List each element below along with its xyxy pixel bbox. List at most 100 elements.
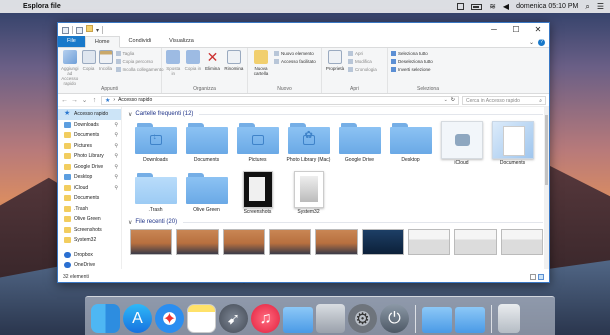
generic-app-icon[interactable] — [316, 304, 345, 333]
folder-icon[interactable] — [283, 307, 313, 333]
recent-file-thumbnail[interactable] — [407, 229, 451, 255]
window-icon[interactable] — [457, 3, 465, 10]
folder-tile[interactable]: Screenshots — [232, 171, 283, 215]
pin-icon[interactable]: ⚲ — [114, 122, 118, 128]
sidebar-item[interactable]: Pictures ⚲ — [58, 141, 121, 152]
sidebar-item[interactable]: ★ Accesso rapido — [58, 109, 121, 120]
folder-tile[interactable]: Pictures — [232, 121, 283, 166]
pin-icon[interactable]: ⚲ — [114, 153, 118, 159]
edit-button[interactable]: Modifica — [348, 59, 377, 64]
recent-file-thumbnail[interactable] — [176, 229, 219, 255]
large-icons-view-icon[interactable] — [538, 274, 544, 280]
up-icon[interactable]: ↑ — [91, 97, 98, 104]
launchpad-icon[interactable]: ➹ — [219, 304, 248, 333]
paste-shortcut-button[interactable]: Incolla collegamento — [115, 67, 164, 72]
volume-icon[interactable]: ◀ — [503, 2, 509, 11]
paste-button[interactable]: Incolla — [98, 50, 113, 71]
pin-icon[interactable]: ⚲ — [114, 143, 118, 149]
trash-icon[interactable] — [498, 304, 520, 333]
sidebar-item[interactable]: Dropbox — [58, 250, 121, 261]
pin-icon[interactable]: ⚲ — [114, 164, 118, 170]
recent-file-thumbnail[interactable] — [500, 229, 543, 255]
delete-button[interactable]: ✕ Elimina — [204, 50, 221, 71]
tab-share[interactable]: Condividi — [120, 36, 161, 47]
recent-file-thumbnail[interactable] — [268, 229, 312, 255]
select-all-button[interactable]: Seleziona tutto — [391, 51, 433, 56]
back-icon[interactable]: ← — [61, 97, 68, 104]
apple-icon[interactable] — [6, 2, 15, 11]
sidebar-item[interactable]: Desktop ⚲ — [58, 172, 121, 183]
clock[interactable]: domenica 05:10 PM — [516, 3, 578, 10]
tab-view[interactable]: Visualizza — [160, 36, 203, 47]
system-preferences-icon[interactable]: ⚙ — [348, 304, 377, 333]
copy-button[interactable]: Copia — [81, 50, 96, 71]
scrollbar-thumb[interactable] — [545, 115, 548, 185]
copy-to-button[interactable]: Copia in — [185, 50, 202, 71]
frequent-folders-header[interactable]: ∨ Cartelle frequenti (12) — [128, 109, 543, 119]
folder-tile[interactable]: Google Drive — [334, 121, 385, 166]
wifi-icon[interactable]: ≋ — [489, 2, 496, 11]
sidebar-item[interactable]: OneDrive — [58, 260, 121, 269]
pin-icon[interactable]: ⚲ — [114, 174, 118, 180]
close-button[interactable]: ✕ — [527, 23, 549, 37]
folder-tile[interactable]: Olive Green — [181, 171, 232, 215]
sidebar-item[interactable]: Downloads ⚲ — [58, 120, 121, 131]
folder-tile[interactable]: Desktop — [385, 121, 436, 166]
pin-icon[interactable]: ⚲ — [114, 132, 118, 138]
copy-path-button[interactable]: Copia percorso — [115, 59, 164, 64]
chevron-down-icon[interactable]: ⌄ — [529, 39, 534, 46]
folder-tile[interactable]: Downloads — [130, 121, 181, 166]
menu-icon[interactable]: ☰ — [597, 2, 604, 11]
finder-icon[interactable] — [91, 304, 120, 333]
open-button[interactable]: Apri — [348, 51, 377, 56]
folder-tile[interactable]: Documents — [487, 121, 538, 166]
vertical-scrollbar[interactable] — [544, 107, 549, 269]
folder-icon[interactable] — [422, 307, 452, 333]
folder-tile[interactable]: Photo Library (Mac) — [283, 121, 334, 166]
folder-tile[interactable]: System32 — [283, 171, 334, 215]
details-view-icon[interactable] — [530, 274, 536, 280]
new-folder-button[interactable]: Nuova cartella — [251, 50, 271, 76]
search-icon[interactable]: ⌕ — [585, 2, 589, 11]
properties-button[interactable]: Proprietà — [325, 50, 345, 71]
tab-home[interactable]: Home — [84, 36, 120, 48]
chevron-down-icon[interactable]: ⌄ — [81, 96, 88, 104]
sidebar-item[interactable]: Google Drive ⚲ — [58, 162, 121, 173]
notes-icon[interactable] — [187, 304, 216, 333]
folder-tile[interactable]: Documents — [181, 121, 232, 166]
sidebar-item[interactable]: .Trash — [58, 204, 121, 215]
recent-file-thumbnail[interactable] — [222, 229, 265, 255]
app-name[interactable]: Esplora file — [23, 3, 61, 10]
sidebar-item[interactable]: System32 — [58, 235, 121, 246]
invert-selection-button[interactable]: Inverti selezione — [391, 67, 433, 72]
pin-icon[interactable]: ⚲ — [114, 185, 118, 191]
new-folder-icon[interactable] — [86, 25, 93, 32]
minimize-button[interactable]: ─ — [483, 23, 505, 37]
pin-to-quick-access-button[interactable]: Aggiungi ad Accesso rapido — [61, 50, 79, 86]
sidebar-item[interactable]: Photo Library ⚲ — [58, 151, 121, 162]
safari-icon[interactable]: ✦ — [155, 304, 184, 333]
easy-access-button[interactable]: Accesso facilitato — [274, 59, 316, 64]
power-icon[interactable]: ⏻ — [380, 304, 409, 333]
search-input[interactable]: Cerca in Accesso rapido ⌕ — [462, 95, 546, 105]
forward-icon[interactable]: → — [71, 97, 78, 104]
folder-tile[interactable]: iCloud — [436, 121, 487, 166]
new-item-button[interactable]: Nuovo elemento — [274, 51, 316, 56]
itunes-icon[interactable]: ♫ — [251, 304, 280, 333]
recent-file-thumbnail[interactable] — [361, 229, 404, 255]
battery-icon[interactable] — [471, 3, 483, 10]
move-to-button[interactable]: Sposta in — [165, 50, 182, 76]
app-store-icon[interactable]: A — [123, 304, 152, 333]
sidebar-item[interactable]: Documents — [58, 193, 121, 204]
address-field[interactable]: ★ › Accesso rapido ⌄ ↻ — [101, 95, 459, 105]
maximize-button[interactable]: ☐ — [505, 23, 527, 37]
help-icon[interactable]: ? — [538, 39, 545, 46]
rename-button[interactable]: Rinomina — [224, 50, 244, 71]
recent-file-thumbnail[interactable] — [454, 229, 497, 255]
cut-button[interactable]: Taglia — [115, 51, 164, 56]
tab-file[interactable]: File — [58, 36, 85, 47]
recent-file-thumbnail[interactable] — [315, 229, 358, 255]
folder-icon[interactable] — [455, 307, 485, 333]
recent-file-thumbnail[interactable] — [130, 229, 173, 255]
quick-access-dropdown[interactable]: ▾ — [96, 27, 99, 34]
